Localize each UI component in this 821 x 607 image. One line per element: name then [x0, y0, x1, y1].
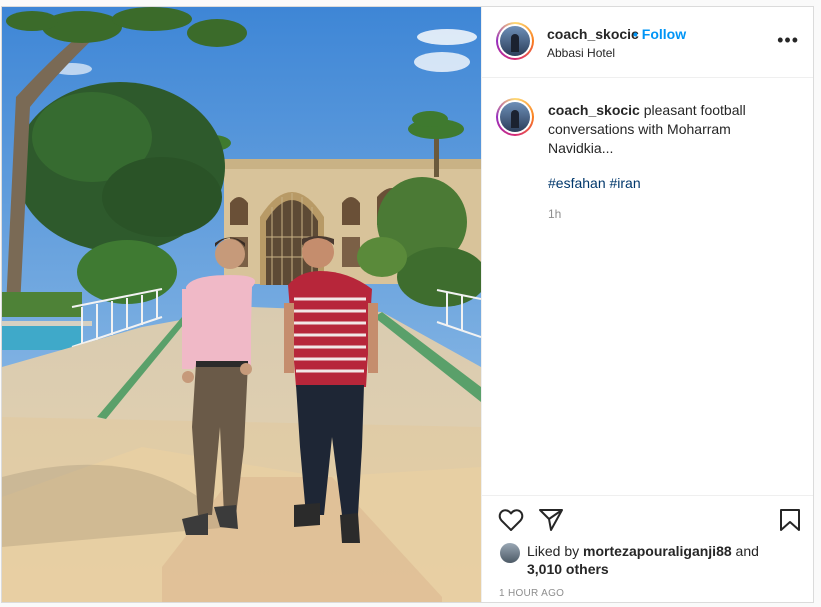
caption-avatar[interactable] — [496, 98, 534, 136]
caption-hashtags[interactable]: #esfahan #iran — [548, 175, 641, 191]
bookmark-icon[interactable] — [779, 508, 801, 532]
likes-prefix: Liked by — [527, 543, 580, 559]
author-avatar[interactable] — [496, 22, 534, 60]
liker-username[interactable]: mortezapouraliganji88 — [583, 543, 732, 559]
heart-icon[interactable] — [498, 508, 524, 532]
post-location[interactable]: Abbasi Hotel — [547, 46, 615, 60]
follow-label[interactable]: Follow — [642, 26, 686, 42]
likes-others[interactable]: 3,010 others — [527, 561, 609, 577]
post-sidebar: coach_skocic • Follow Abbasi Hotel ••• c… — [481, 7, 813, 602]
author-username[interactable]: coach_skocic — [547, 26, 639, 42]
likes-connector: and — [735, 543, 759, 559]
post-timestamp[interactable]: 1 HOUR AGO — [499, 588, 564, 599]
caption-time: 1h — [548, 207, 562, 221]
liker-avatar[interactable] — [500, 543, 520, 563]
photo-scene — [2, 7, 481, 602]
share-icon[interactable] — [538, 508, 564, 532]
caption-username[interactable]: coach_skocic — [548, 102, 640, 118]
post-actions: Liked by mortezapouraliganji88 and 3,010… — [482, 495, 813, 602]
likes-summary: Liked by mortezapouraliganji88 and 3,010… — [527, 542, 797, 578]
post-header: coach_skocic • Follow Abbasi Hotel ••• — [482, 7, 813, 78]
post-caption: coach_skocic pleasant football conversat… — [548, 101, 788, 158]
post-card: coach_skocic • Follow Abbasi Hotel ••• c… — [1, 6, 814, 603]
post-photo[interactable] — [2, 7, 481, 602]
follow-button[interactable]: • Follow — [633, 26, 686, 42]
more-options-icon[interactable]: ••• — [777, 31, 799, 49]
